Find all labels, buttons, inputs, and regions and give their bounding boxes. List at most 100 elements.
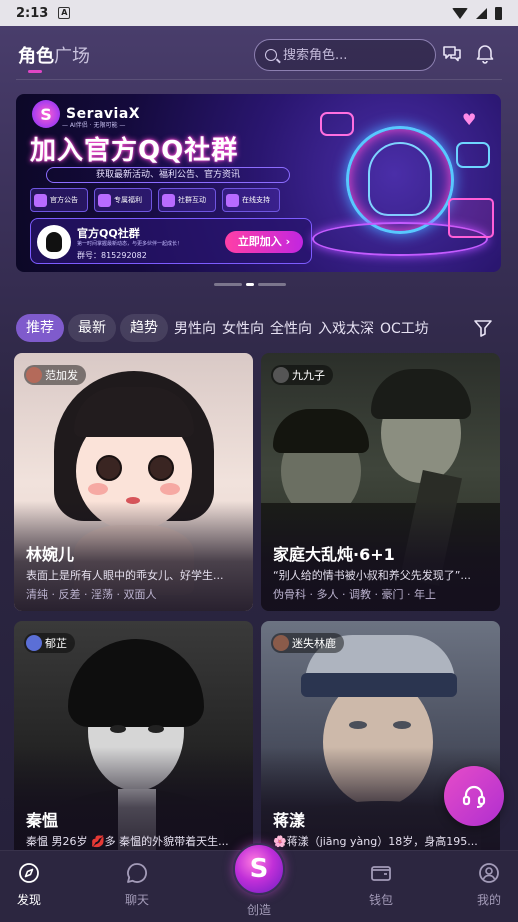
title-underline <box>28 70 42 73</box>
search-box[interactable] <box>254 39 436 71</box>
banner-features: 官方公告 专属福利 社群互动 在线支持 <box>30 188 280 212</box>
support-button[interactable] <box>444 766 504 826</box>
creator-badge[interactable]: 范加发 <box>24 365 86 385</box>
character-name: 家庭大乱炖·6+1 <box>273 545 395 564</box>
page-title: 角色广场 <box>18 42 90 68</box>
promo-banner[interactable]: S SeraviaX — AI伴侣 · 无限可能 — 加入官方QQ社群 获取最新… <box>16 94 501 272</box>
messages-icon[interactable] <box>441 42 463 64</box>
tab-immersive[interactable]: 入戏太深 <box>318 318 374 338</box>
qq-group-card: 官方QQ社群 第一时间掌握最新动态，与更多伙伴一起成长！ 群号：81529208… <box>30 218 312 264</box>
tab-oc-workshop[interactable]: OC工坊 <box>380 318 429 338</box>
pager-dot <box>258 283 286 286</box>
character-card[interactable]: 范加发 林婉儿 表面上是所有人眼中的乖女儿、好学生... 清纯 · 反差 · 淫… <box>14 353 253 611</box>
qq-desc: 第一时间掌握最新动态，与更多伙伴一起成长！ <box>77 241 183 247</box>
brand-tag: — AI伴侣 · 无限可能 — <box>62 122 126 129</box>
tab-trending[interactable]: 趋势 <box>120 314 168 342</box>
tab-all-gender[interactable]: 全性向 <box>270 318 312 338</box>
character-description: “别人给的情书被小叔和养父先发现了”... <box>273 569 471 582</box>
feature-label: 专属福利 <box>114 196 142 204</box>
banner-pager <box>214 283 286 286</box>
creator-avatar <box>273 367 289 383</box>
creator-name: 迷失林鹿 <box>292 637 336 650</box>
chat-icon <box>127 863 147 883</box>
character-description: 🌸蒋漾（jiāng yàng）18岁，身高195... <box>273 835 478 848</box>
character-card[interactable]: 九九子 家庭大乱炖·6+1 “别人给的情书被小叔和养父先发现了”... 伪骨科 … <box>261 353 500 611</box>
header: 角色广场 <box>0 26 518 82</box>
create-button[interactable]: S <box>233 843 285 895</box>
battery-icon <box>495 6 502 20</box>
feature-benefits: 专属福利 <box>94 188 152 212</box>
creator-name: 范加发 <box>45 369 78 382</box>
feature-label: 社群互动 <box>178 196 206 204</box>
status-icons <box>452 6 502 20</box>
banner-headline: 加入官方QQ社群 <box>30 136 239 166</box>
character-name: 蒋漾 <box>273 811 306 830</box>
nav-wallet-label: 钱包 <box>368 893 393 907</box>
nav-mine[interactable]: 我的 <box>454 861 518 908</box>
category-tabs: 推荐 最新 趋势 男性向 女性向 全性向 入戏太深 OC工坊 <box>16 313 486 343</box>
status-time: 2:13 <box>16 5 49 21</box>
creator-name: 九九子 <box>292 369 325 382</box>
creator-avatar <box>26 635 42 651</box>
character-tags: 伪骨科 · 多人 · 调教 · 豪门 · 年上 <box>273 588 436 601</box>
filter-icon[interactable] <box>473 318 493 338</box>
nav-wallet[interactable]: 钱包 <box>346 861 416 908</box>
character-name: 秦愠 <box>26 811 59 830</box>
creator-name: 郁芷 <box>45 637 67 650</box>
character-card[interactable]: 郁芷 秦愠 秦愠 男26岁 💋多 秦愠的外貌带着天生... <box>14 621 253 857</box>
search-icon <box>265 49 277 61</box>
header-divider <box>16 79 502 80</box>
notification-icon: A <box>58 7 71 19</box>
tab-recommended[interactable]: 推荐 <box>16 314 64 342</box>
nav-chat[interactable]: 聊天 <box>102 861 172 908</box>
wallet-icon <box>371 866 391 881</box>
character-description: 秦愠 男26岁 💋多 秦愠的外貌带着天生... <box>26 835 229 848</box>
pager-dot <box>214 283 242 286</box>
nav-discover-label: 发现 <box>16 893 41 907</box>
join-now-button[interactable]: 立即加入 › <box>225 231 303 253</box>
banner-subline: 获取最新活动、福利公告、官方资讯 <box>46 167 290 183</box>
brand-logo-icon: S <box>32 100 60 128</box>
feature-label: 在线支持 <box>242 196 270 204</box>
wifi-icon <box>452 7 468 19</box>
qq-group-number: 群号：815292082 <box>77 251 147 260</box>
nav-discover[interactable]: 发现 <box>0 861 64 908</box>
page-title-main: 角色 <box>18 46 54 67</box>
nav-create-label: 创造 <box>246 903 271 917</box>
creator-badge[interactable]: 九九子 <box>271 365 333 385</box>
headset-icon <box>226 193 239 207</box>
feature-community: 社群互动 <box>158 188 216 212</box>
qq-penguin-outline-graphic <box>368 142 432 216</box>
nav-chat-label: 聊天 <box>124 893 149 907</box>
group-icon <box>162 193 175 207</box>
character-description: 表面上是所有人眼中的乖女儿、好学生... <box>26 569 224 582</box>
tab-female[interactable]: 女性向 <box>222 318 264 338</box>
character-tags: 清纯 · 反差 · 淫荡 · 双面人 <box>26 588 157 601</box>
gift-box-graphic <box>448 198 494 238</box>
character-name: 林婉儿 <box>26 545 75 564</box>
search-input[interactable] <box>283 47 423 63</box>
megaphone-icon <box>34 193 47 207</box>
compass-icon <box>19 863 39 883</box>
feature-support: 在线支持 <box>222 188 280 212</box>
nav-mine-label: 我的 <box>476 893 501 907</box>
message-bubble-icon <box>456 142 490 168</box>
creator-badge[interactable]: 郁芷 <box>24 633 75 653</box>
gift-icon <box>98 193 111 207</box>
profile-icon <box>479 863 499 883</box>
qq-penguin-icon <box>37 225 71 259</box>
signal-icon <box>476 7 487 19</box>
bottom-nav: 发现 聊天 S 创造 钱包 我的 <box>0 843 518 922</box>
creator-avatar <box>273 635 289 651</box>
pager-dot-active <box>246 283 254 286</box>
qq-title: 官方QQ社群 <box>77 227 140 240</box>
chat-bubble-icon <box>320 112 354 136</box>
tab-latest[interactable]: 最新 <box>68 314 116 342</box>
creator-avatar <box>26 367 42 383</box>
heart-icon: ♥ <box>462 110 477 129</box>
bell-icon[interactable] <box>474 42 496 64</box>
page-title-rest: 广场 <box>54 46 90 67</box>
creator-badge[interactable]: 迷失林鹿 <box>271 633 344 653</box>
tab-male[interactable]: 男性向 <box>174 318 216 338</box>
feature-label: 官方公告 <box>50 196 78 204</box>
